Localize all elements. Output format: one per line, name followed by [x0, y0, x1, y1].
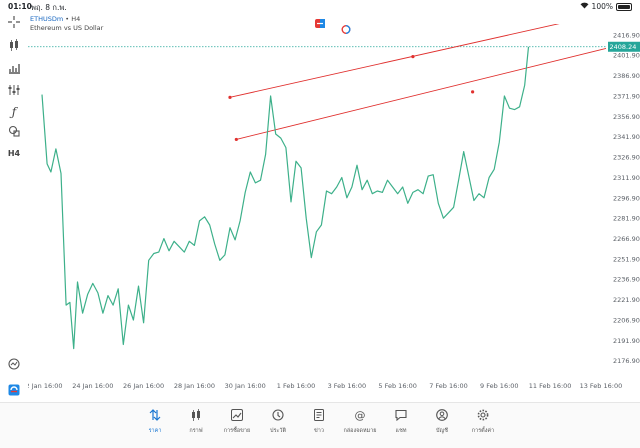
tab-label: แชท [395, 428, 407, 434]
y-tick-label: 2356.90 [613, 113, 640, 121]
trade-icon [214, 409, 260, 423]
current-price-label: 2408.24 [610, 43, 637, 51]
chart-icon [173, 409, 219, 423]
status-time: 01:10 [8, 2, 32, 11]
tab-quotes[interactable]: ราคา [132, 409, 178, 435]
crosshair-icon[interactable] [6, 15, 22, 29]
tab-label: ราคา [148, 428, 162, 434]
y-tick-label: 2191.90 [613, 337, 640, 345]
price-series-line [41, 46, 530, 350]
y-tick-label: 2251.90 [613, 255, 640, 263]
quotes-icon [132, 409, 178, 423]
y-tick-label: 2326.90 [613, 154, 640, 162]
tab-label: ข่าว [314, 428, 324, 434]
x-tick-label: 5 Feb 16:00 [378, 382, 417, 390]
tab-label: ประวัติ [269, 428, 287, 434]
y-tick-label: 2386.90 [613, 72, 640, 80]
y-tick-label: 2311.90 [613, 174, 640, 182]
y-tick-label: 2266.90 [613, 235, 640, 243]
x-tick-label: 13 Feb 16:00 [580, 382, 623, 390]
tab-label: กราฟ [189, 428, 203, 434]
trendline [229, 12, 607, 98]
mailbox-icon: @ [354, 409, 366, 422]
y-tick-label: 2281.90 [613, 215, 640, 223]
tab-chart[interactable]: กราฟ [173, 409, 219, 435]
x-tick-label: 30 Jan 16:00 [225, 382, 266, 390]
indicators-icon[interactable] [6, 83, 22, 97]
x-tick-label: 11 Feb 16:00 [529, 382, 572, 390]
battery-percent: 100% [591, 2, 613, 11]
trendline-anchor [471, 90, 475, 94]
x-tick-label: 3 Feb 16:00 [328, 382, 367, 390]
tab-label: กล่องจดหมาย [343, 428, 377, 434]
battery-icon [616, 2, 632, 11]
y-tick-label: 2371.90 [613, 92, 640, 100]
tab-news[interactable]: ข่าว [296, 409, 342, 435]
tab-account[interactable]: บัญชี [419, 409, 465, 435]
status-bar: 01:10 พฤ. 8 ก.พ. 100% [0, 0, 640, 13]
tab-trade[interactable]: การซื้อขาย [214, 409, 260, 435]
x-tick-label: 7 Feb 16:00 [429, 382, 468, 390]
zoom-icon[interactable] [6, 357, 22, 371]
y-tick-label: 2416.90 [613, 31, 640, 39]
x-tick-label: 22 Jan 16:00 [28, 382, 63, 390]
x-tick-label: 1 Feb 16:00 [277, 382, 316, 390]
status-right: 100% [580, 2, 632, 11]
candles-icon[interactable] [6, 38, 22, 52]
tab-label: บัญชี [436, 428, 448, 434]
y-tick-label: 2236.90 [613, 276, 640, 284]
logo-icon[interactable] [6, 383, 22, 397]
trendline [236, 48, 607, 140]
symbol-separator: • [65, 15, 70, 23]
x-tick-label: 28 Jan 16:00 [174, 382, 215, 390]
price-chart[interactable]: 2416.90 2401.90 2386.90 2371.90 2356.90 2341.… [21, 12, 640, 399]
shapes-icon[interactable] [6, 124, 22, 138]
trendline-anchor [411, 54, 415, 59]
bars-icon[interactable] [6, 61, 22, 75]
y-tick-label: 2296.90 [613, 194, 640, 202]
news-icon [296, 409, 342, 423]
timeframe-button[interactable]: H4 [6, 146, 22, 160]
tab-chat[interactable]: แชท [378, 409, 424, 435]
y-tick-label: 2221.90 [613, 296, 640, 304]
y-tick-label: 2176.90 [613, 357, 640, 365]
y-tick-label: 2341.90 [613, 133, 640, 141]
bottom-tab-bar: ราคา กราฟ การซื้อขาย ประวัติ ข่าว @ กล่อ… [0, 402, 640, 448]
chat-icon [378, 409, 424, 423]
y-tick-label: 2401.90 [613, 52, 640, 60]
wifi-icon [580, 2, 589, 11]
tab-label: การตั้งค่า [471, 428, 495, 434]
chart-canvas[interactable]: 2416.90 2401.90 2386.90 2371.90 2356.90 2341.… [21, 12, 640, 399]
function-icon[interactable]: ƒ [6, 105, 22, 119]
tab-history[interactable]: ประวัติ [255, 409, 301, 435]
settings-icon [460, 409, 506, 423]
trendline-anchor [228, 95, 232, 99]
symbol-timeframe: H4 [71, 15, 81, 23]
trendline-anchor [234, 137, 238, 142]
x-tick-label: 26 Jan 16:00 [123, 382, 164, 390]
x-tick-label: 9 Feb 16:00 [480, 382, 519, 390]
tab-mailbox[interactable]: @ กล่องจดหมาย [337, 409, 383, 435]
symbol-ticker[interactable]: ETHUSDm [30, 15, 63, 23]
history-icon [255, 409, 301, 423]
status-date: พฤ. 8 ก.พ. [31, 3, 67, 12]
tab-settings[interactable]: การตั้งค่า [460, 409, 506, 435]
left-toolbar: ƒ H4 [0, 14, 28, 404]
x-tick-label: 24 Jan 16:00 [72, 382, 113, 390]
account-icon [419, 409, 465, 423]
y-tick-label: 2206.90 [613, 316, 640, 324]
tab-label: การซื้อขาย [223, 428, 251, 434]
